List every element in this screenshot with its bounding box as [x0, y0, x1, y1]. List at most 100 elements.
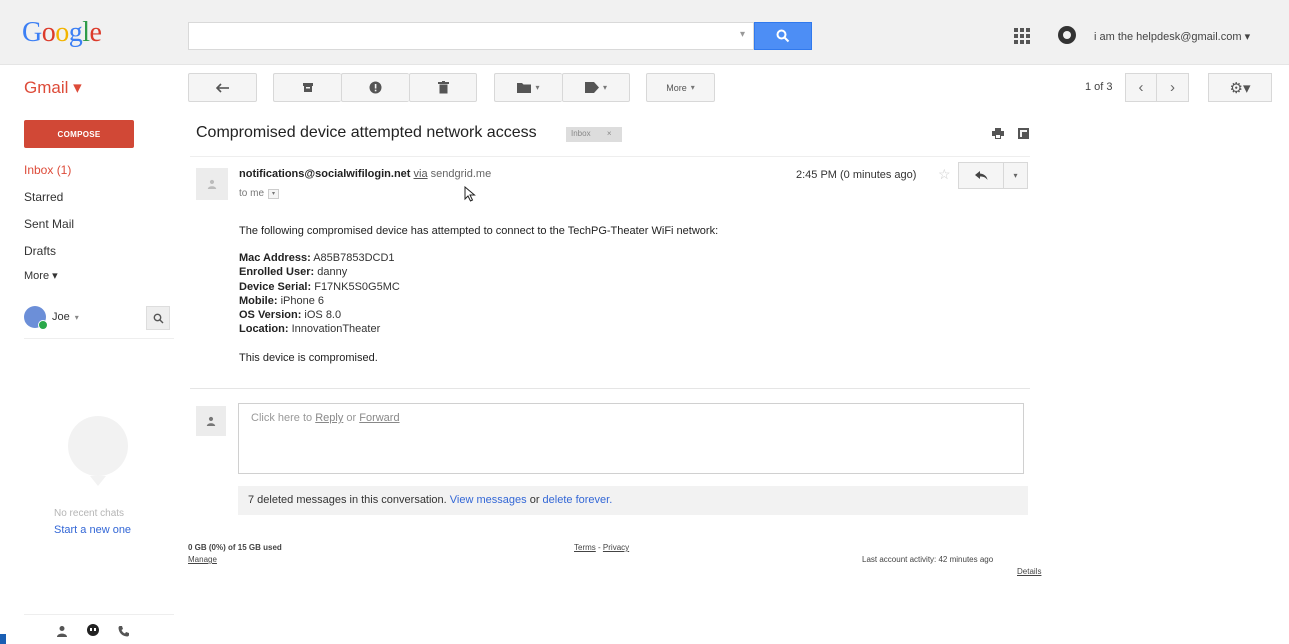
reply-prefix: Click here to: [251, 412, 313, 424]
divider: [24, 614, 174, 615]
search-button[interactable]: [754, 22, 812, 50]
close-icon[interactable]: ×: [607, 129, 612, 138]
reply-box[interactable]: Click here to Reply or Forward: [238, 403, 1024, 474]
avatar: [196, 406, 226, 436]
person-icon: [207, 179, 217, 189]
chat-user-menu[interactable]: Joe ▾: [24, 306, 79, 330]
chevron-down-icon: ▾: [602, 83, 607, 92]
print-all-icon[interactable]: [992, 126, 1004, 144]
detail-row: Mac Address: A85B7853DCD1: [239, 251, 400, 265]
top-bar: Google ▾ i am the helpdesk@gmail.com ▾: [0, 0, 1289, 65]
more-actions-button[interactable]: ▾: [1004, 162, 1028, 189]
detail-value: iOS 8.0: [304, 309, 342, 322]
account-menu[interactable]: i am the helpdesk@gmail.com ▾: [1094, 30, 1250, 43]
device-details: Mac Address: A85B7853DCD1 Enrolled User:…: [239, 251, 400, 337]
chevron-down-icon: ▾: [1013, 171, 1018, 180]
reply-link[interactable]: Reply: [315, 412, 343, 424]
search-options-icon[interactable]: ▾: [740, 29, 745, 40]
window-edge-accent: [0, 634, 6, 644]
trash-icon: [437, 81, 449, 94]
detail-row: Device Serial: F17NK5S0G5MC: [239, 280, 400, 294]
mouse-cursor-icon: [464, 186, 476, 202]
terms-link[interactable]: Terms: [574, 543, 596, 552]
sidebar-item-drafts[interactable]: Drafts: [24, 244, 56, 258]
compose-button[interactable]: COMPOSE: [24, 120, 134, 148]
divider: [190, 156, 1030, 157]
privacy-link[interactable]: Privacy: [603, 543, 629, 552]
detail-value: danny: [317, 266, 348, 279]
report-spam-icon: [369, 81, 382, 94]
google-logo[interactable]: Google: [22, 17, 102, 49]
back-button[interactable]: [188, 73, 257, 102]
footer-separator: -: [598, 543, 601, 552]
gmail-menu[interactable]: Gmail ▾: [24, 78, 82, 98]
archive-icon: [302, 83, 313, 92]
report-spam-button[interactable]: [341, 73, 409, 102]
inbox-label-text: Inbox: [571, 129, 591, 138]
detail-label: Mac Address:: [239, 252, 311, 264]
detail-value: iPhone 6: [280, 294, 324, 307]
sidebar-item-more[interactable]: More ▾: [24, 269, 58, 282]
reply-button[interactable]: [958, 162, 1004, 189]
chat-search-button[interactable]: [146, 306, 170, 330]
star-icon[interactable]: ☆: [938, 166, 951, 183]
chevron-down-icon: ▾: [74, 312, 79, 322]
chevron-down-icon: ▾: [535, 83, 540, 92]
older-button[interactable]: ›: [1157, 73, 1189, 102]
forward-link[interactable]: Forward: [359, 412, 399, 424]
recipients-text: to me: [239, 188, 265, 199]
search-icon: [776, 29, 790, 43]
phone-icon[interactable]: [118, 625, 130, 637]
sidebar-item-starred[interactable]: Starred: [24, 190, 63, 204]
sidebar-item-sent-mail[interactable]: Sent Mail: [24, 217, 74, 231]
sidebar-item-inbox[interactable]: Inbox (1): [24, 163, 71, 177]
message-intro: The following compromised device has att…: [239, 225, 719, 237]
chevron-down-icon: ▾: [690, 83, 695, 92]
via-link[interactable]: via: [414, 168, 428, 180]
apps-grid-icon[interactable]: [1014, 28, 1030, 44]
more-button[interactable]: More ▾: [646, 73, 715, 102]
activity-details-link[interactable]: Details: [1017, 567, 1041, 576]
labels-button[interactable]: ▾: [562, 73, 630, 102]
folder-icon: [517, 83, 532, 93]
manage-storage-link[interactable]: Manage: [188, 555, 217, 564]
label-icon: [584, 82, 599, 93]
recipients: to me ▾: [239, 188, 280, 199]
archive-button[interactable]: [273, 73, 341, 102]
gear-icon: ⚙: [1229, 79, 1243, 97]
delete-button[interactable]: [409, 73, 477, 102]
chat-mode-icons: [56, 624, 130, 638]
search-input[interactable]: ▾: [188, 22, 754, 50]
detail-value: InnovationTheater: [291, 323, 381, 336]
inbox-label-tag[interactable]: Inbox ×: [566, 127, 622, 142]
detail-row: Enrolled User: danny: [239, 265, 400, 279]
storage-usage: 0 GB (0%) of 15 GB used: [188, 543, 282, 552]
start-new-chat-link[interactable]: Start a new one: [54, 524, 131, 536]
detail-label: Location:: [239, 323, 289, 336]
delete-forever-link[interactable]: delete forever.: [543, 494, 613, 506]
deleted-messages-bar: 7 deleted messages in this conversation.…: [238, 486, 1028, 515]
detail-label: Mobile:: [239, 294, 278, 307]
newer-button[interactable]: ‹: [1125, 73, 1157, 102]
chevron-right-icon: ›: [1170, 79, 1175, 96]
show-details-icon[interactable]: ▾: [268, 188, 280, 199]
detail-label: Device Serial:: [239, 280, 312, 293]
message-time: 2:45 PM (0 minutes ago): [796, 169, 917, 181]
sender-email[interactable]: notifications@socialwifilogin.net: [239, 168, 410, 180]
person-icon[interactable]: [56, 625, 68, 637]
sender-avatar: [196, 168, 228, 200]
view-messages-link[interactable]: View messages: [450, 494, 527, 506]
settings-button[interactable]: ⚙ ▾: [1208, 73, 1272, 102]
more-button-label: More: [666, 82, 687, 93]
hangouts-quote-icon[interactable]: [86, 624, 100, 638]
new-window-icon[interactable]: [1018, 126, 1029, 144]
chat-user-name: Joe: [52, 311, 70, 323]
detail-label: Enrolled User:: [239, 266, 315, 279]
move-to-button[interactable]: ▾: [494, 73, 562, 102]
detail-row: Location: InnovationTheater: [239, 322, 400, 336]
page-count: 1 of 3: [1085, 81, 1113, 93]
detail-value: A85B7853DCD1: [313, 252, 395, 264]
search-icon: [153, 313, 163, 323]
deleted-messages-text: 7 deleted messages in this conversation.: [248, 494, 447, 506]
notifications-icon[interactable]: [1058, 26, 1076, 44]
